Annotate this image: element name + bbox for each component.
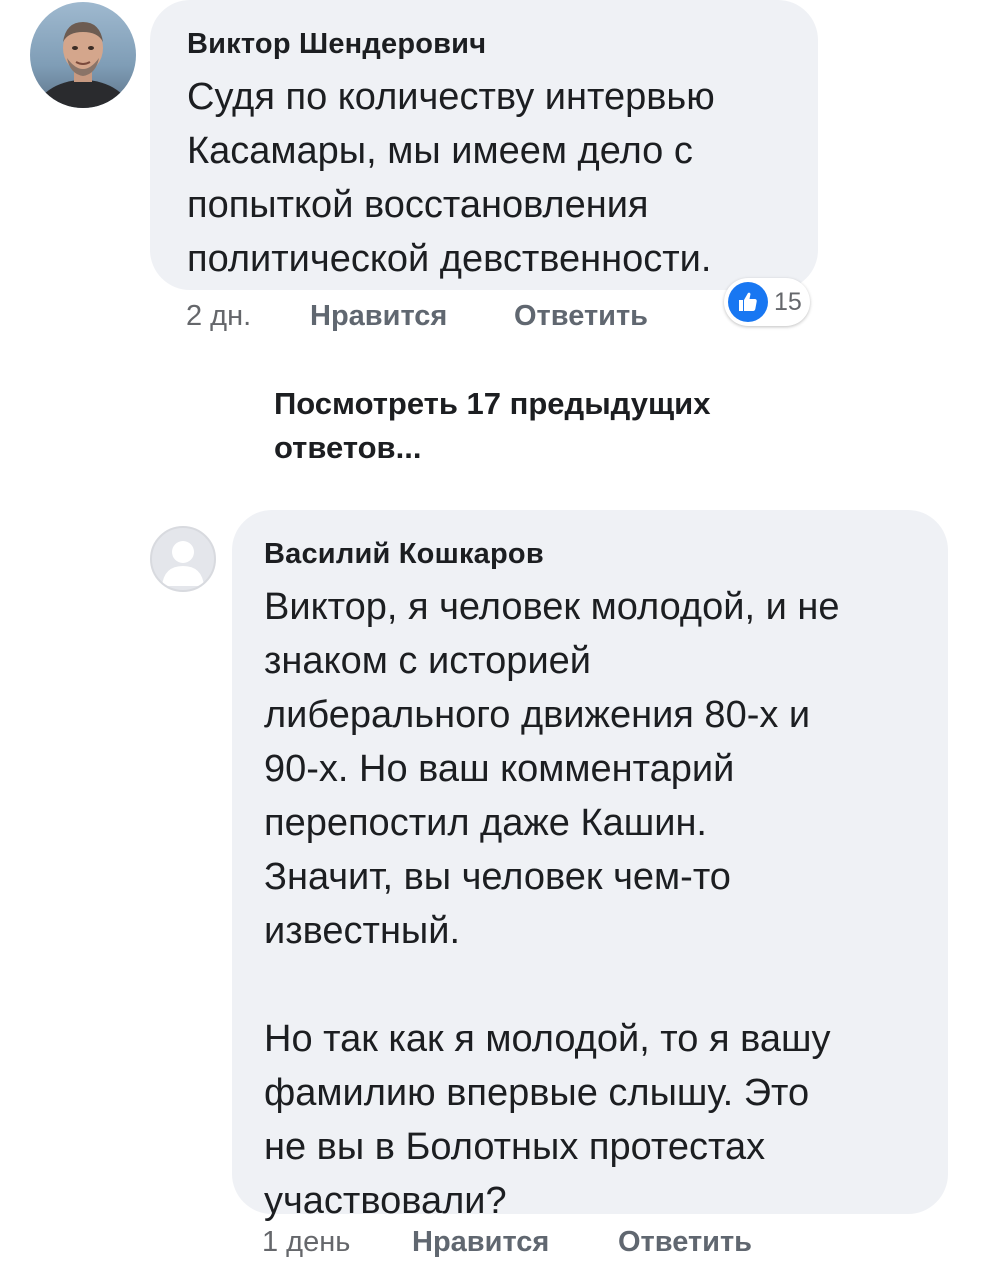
comment-bubble: Василий Кошкаров Виктор, я человек молод… bbox=[232, 510, 948, 1222]
reply-button[interactable]: Ответить bbox=[618, 1224, 752, 1260]
reactions-summary[interactable]: 15 bbox=[724, 278, 810, 326]
comment-author[interactable]: Виктор Шендерович bbox=[187, 24, 788, 64]
reply-button[interactable]: Ответить bbox=[514, 298, 648, 334]
like-button[interactable]: Нравится bbox=[310, 298, 447, 334]
like-button[interactable]: Нравится bbox=[412, 1224, 549, 1260]
comment-timestamp[interactable]: 1 день bbox=[262, 1224, 350, 1260]
reaction-count: 15 bbox=[774, 287, 802, 316]
thumbs-up-icon bbox=[728, 282, 768, 322]
default-avatar-icon[interactable] bbox=[150, 526, 216, 592]
comment-timestamp[interactable]: 2 дн. bbox=[186, 298, 251, 334]
comment-bubble: Виктор Шендерович Судя по количеству инт… bbox=[150, 0, 818, 290]
view-previous-replies-link[interactable]: Посмотреть 17 предыдущих ответов... bbox=[274, 382, 834, 470]
comment-text: Судя по количеству интервью Касамары, мы… bbox=[187, 76, 715, 280]
comment-actions: 1 день Нравится Ответить bbox=[0, 1224, 984, 1264]
comment-author[interactable]: Василий Кошкаров bbox=[264, 534, 918, 574]
comment-actions: 2 дн. Нравится Ответить bbox=[0, 298, 984, 338]
author-avatar[interactable] bbox=[30, 2, 136, 108]
comment-text: Виктор, я человек молодой, и не знаком с… bbox=[264, 586, 840, 1222]
